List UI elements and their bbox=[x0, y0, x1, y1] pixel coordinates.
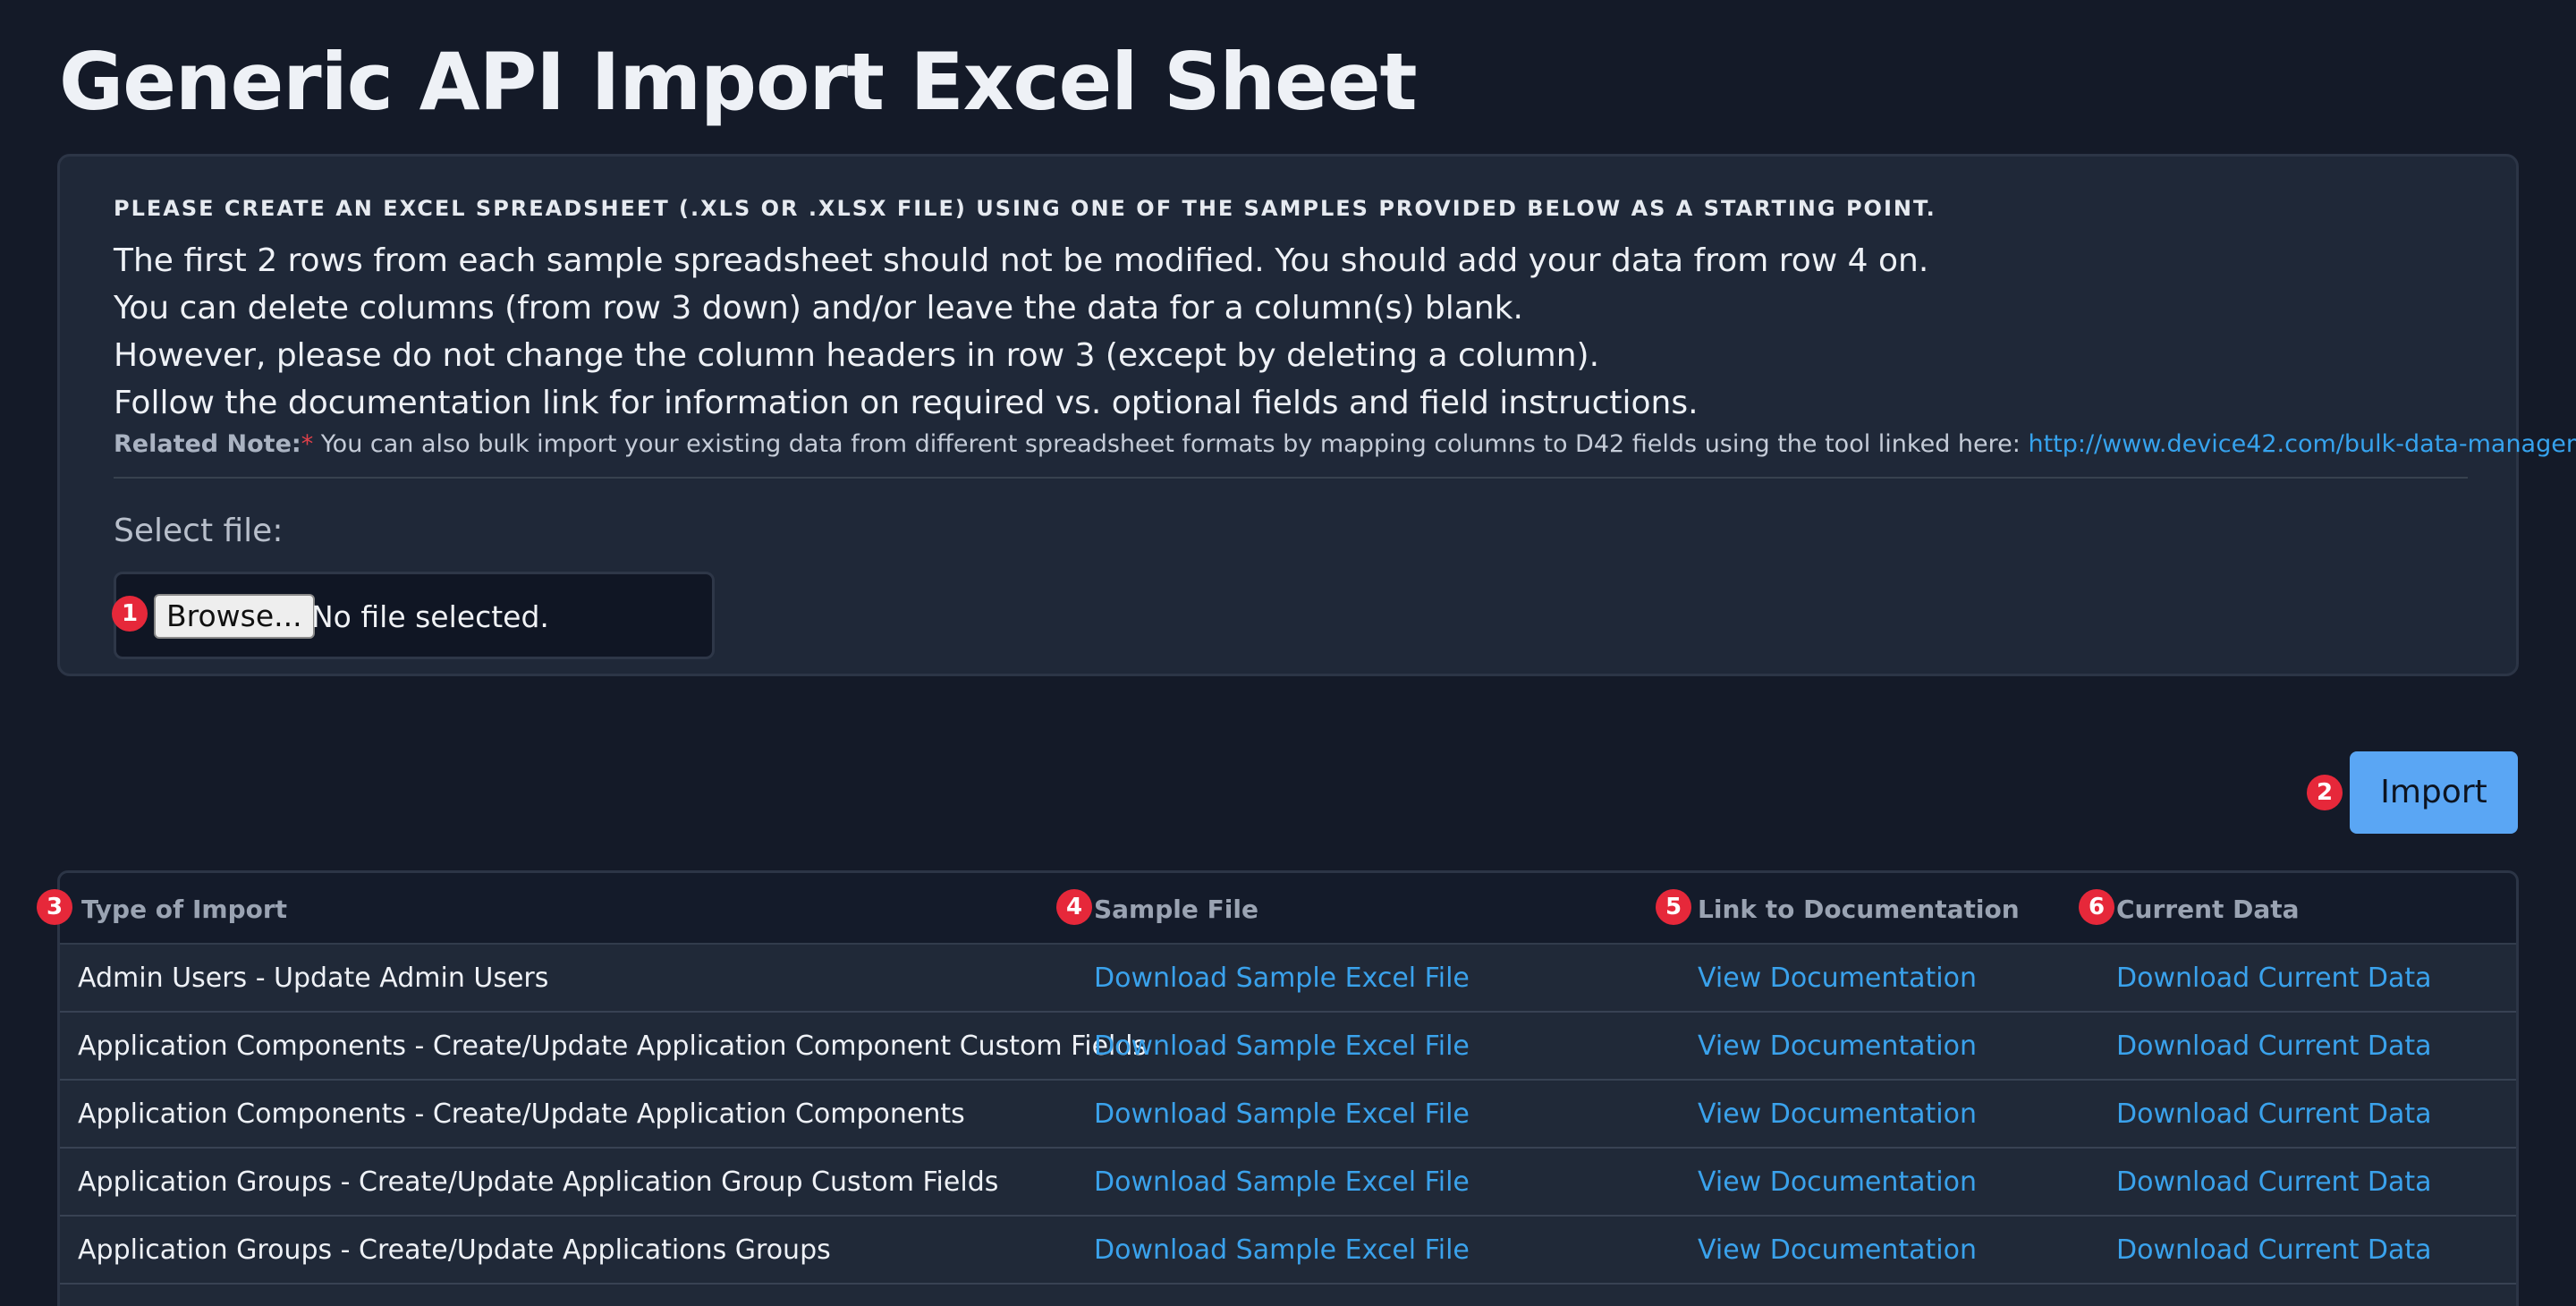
instruction-line: Follow the documentation link for inform… bbox=[114, 385, 1699, 421]
step-badge-2: 2 bbox=[2307, 775, 2343, 810]
column-header-sample-file: Sample File bbox=[1094, 895, 1258, 924]
table-row: Application Components - Create/Update A… bbox=[60, 1013, 2516, 1081]
view-documentation-link[interactable]: View Documentation bbox=[1698, 1098, 1977, 1130]
download-sample-link[interactable]: Download Sample Excel File bbox=[1094, 1234, 1470, 1266]
download-current-data-link[interactable]: Download Current Data bbox=[2116, 1098, 2432, 1130]
download-current-data-link[interactable]: Download Current Data bbox=[2116, 1234, 2432, 1266]
download-sample-link[interactable]: Download Sample Excel File bbox=[1094, 963, 1470, 994]
step-badge-3: 3 bbox=[37, 889, 72, 925]
instructions-panel: PLEASE CREATE AN EXCEL SPREADSHEET (.XLS… bbox=[57, 154, 2576, 676]
instructions-heading: PLEASE CREATE AN EXCEL SPREADSHEET (.XLS… bbox=[114, 196, 1936, 221]
import-type-cell: Admin Users - Update Admin Users bbox=[78, 963, 549, 994]
view-documentation-link[interactable]: View Documentation bbox=[1698, 963, 1977, 994]
step-badge-1: 1 bbox=[112, 596, 148, 632]
table-row: Application Groups - Create/Update Appli… bbox=[60, 1149, 2516, 1217]
instruction-line: However, please do not change the column… bbox=[114, 337, 1600, 374]
column-header-type-of-import: Type of Import bbox=[81, 895, 288, 924]
import-type-cell: Application Groups - Create/Update Appli… bbox=[78, 1166, 999, 1198]
step-badge-6: 6 bbox=[2079, 889, 2114, 925]
table-row: Admin Users - Update Admin Users Downloa… bbox=[60, 945, 2516, 1013]
view-documentation-link[interactable]: View Documentation bbox=[1698, 1166, 1977, 1198]
column-header-link-to-documentation: Link to Documentation bbox=[1698, 895, 2020, 924]
download-current-data-link[interactable]: Download Current Data bbox=[2116, 963, 2432, 994]
instruction-line: You can delete columns (from row 3 down)… bbox=[114, 290, 1523, 326]
bulk-data-management-link[interactable]: http://www.device42.com/bulk-data-manage… bbox=[2028, 430, 2576, 458]
file-input[interactable]: Browse... No file selected. bbox=[114, 572, 715, 659]
required-asterisk: * bbox=[301, 430, 314, 458]
download-sample-link[interactable]: Download Sample Excel File bbox=[1094, 1030, 1470, 1062]
download-current-data-link[interactable]: Download Current Data bbox=[2116, 1166, 2432, 1198]
download-sample-link[interactable]: Download Sample Excel File bbox=[1094, 1166, 1470, 1198]
import-button[interactable]: Import bbox=[2350, 751, 2518, 834]
table-row: Application Groups - Create/Update Appli… bbox=[60, 1217, 2516, 1285]
download-current-data-link[interactable]: Download Current Data bbox=[2116, 1030, 2432, 1062]
view-documentation-link[interactable]: View Documentation bbox=[1698, 1234, 1977, 1266]
related-note-text: You can also bulk import your existing d… bbox=[313, 430, 2029, 458]
divider bbox=[114, 477, 2468, 479]
table-header: Type of Import Sample File Link to Docum… bbox=[60, 873, 2516, 945]
page: Generic API Import Excel Sheet PLEASE CR… bbox=[0, 0, 2576, 1306]
related-note-label: Related Note: bbox=[114, 430, 301, 458]
related-note: Related Note:* You can also bulk import … bbox=[114, 430, 2576, 458]
column-header-current-data: Current Data bbox=[2116, 895, 2300, 924]
step-badge-4: 4 bbox=[1056, 889, 1092, 925]
page-title: Generic API Import Excel Sheet bbox=[59, 36, 1418, 128]
import-types-table: Type of Import Sample File Link to Docum… bbox=[57, 870, 2519, 1306]
step-badge-5: 5 bbox=[1656, 889, 1691, 925]
import-type-cell: Application Groups - Create/Update Appli… bbox=[78, 1234, 831, 1266]
select-file-label: Select file: bbox=[114, 513, 284, 549]
browse-button[interactable]: Browse... bbox=[154, 594, 315, 639]
import-type-cell: Application Components - Create/Update A… bbox=[78, 1030, 1148, 1062]
view-documentation-link[interactable]: View Documentation bbox=[1698, 1030, 1977, 1062]
import-type-cell: Application Components - Create/Update A… bbox=[78, 1098, 965, 1130]
instruction-line: The first 2 rows from each sample spread… bbox=[114, 242, 1929, 279]
download-sample-link[interactable]: Download Sample Excel File bbox=[1094, 1098, 1470, 1130]
table-row: Application Components - Create/Update A… bbox=[60, 1081, 2516, 1149]
file-status: No file selected. bbox=[311, 599, 549, 634]
